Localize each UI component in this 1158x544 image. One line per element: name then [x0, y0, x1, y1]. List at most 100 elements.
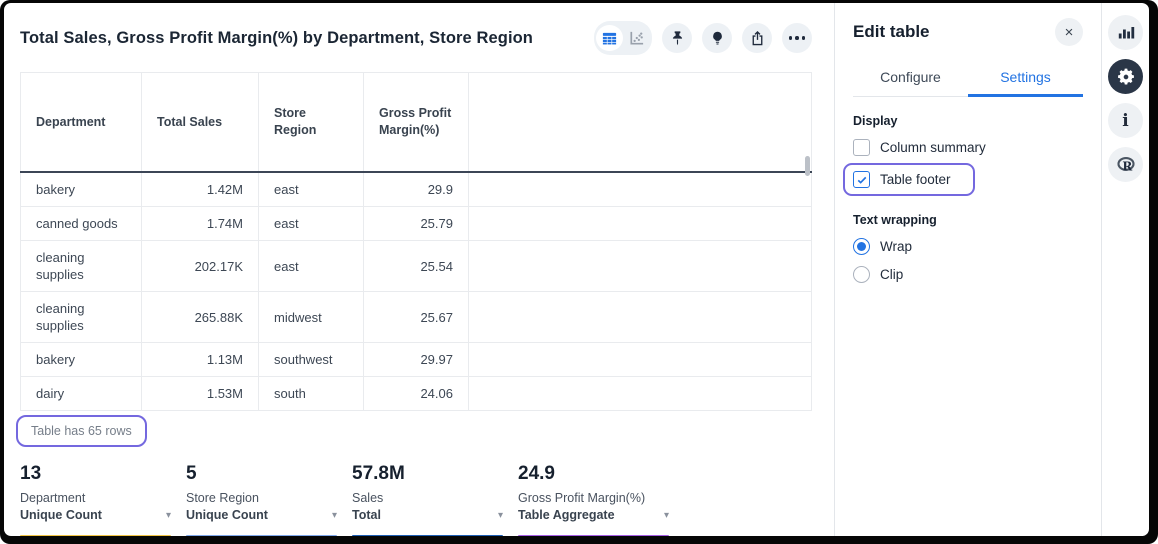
app-window: Total Sales, Gross Profit Margin(%) by D…	[4, 3, 1149, 536]
table-icon	[601, 30, 618, 47]
option-table-footer[interactable]: Table footer	[853, 171, 951, 188]
toolbar	[594, 21, 812, 55]
cell-total-sales[interactable]: 265.88K	[142, 292, 259, 343]
summary-value: 24.9	[518, 463, 669, 485]
settings-button[interactable]	[1108, 59, 1143, 94]
table-row: bakery 1.42M east 29.9	[21, 172, 812, 207]
summary-card-department: 13 Department Unique Count ▾	[20, 463, 171, 536]
cell-store-region[interactable]: south	[259, 377, 364, 411]
radio-unselected[interactable]	[853, 266, 870, 283]
main-header: Total Sales, Gross Profit Margin(%) by D…	[20, 3, 812, 59]
panel-title: Edit table	[853, 22, 930, 42]
cell-total-sales[interactable]: 1.74M	[142, 207, 259, 241]
summary-value: 5	[186, 463, 337, 485]
pin-button[interactable]	[662, 23, 692, 53]
summary-underline	[352, 535, 503, 536]
option-label: Table footer	[880, 172, 951, 187]
cell-department[interactable]: cleaning supplies	[21, 241, 142, 292]
main-area: Total Sales, Gross Profit Margin(%) by D…	[4, 3, 834, 536]
r-logo-icon: R	[1115, 154, 1137, 176]
chevron-down-icon[interactable]: ▾	[498, 507, 503, 524]
chevron-down-icon[interactable]: ▾	[166, 507, 171, 524]
table-footer-annotation: Table has 65 rows	[16, 415, 147, 447]
cell-filler	[469, 292, 812, 343]
cell-total-sales[interactable]: 1.42M	[142, 172, 259, 207]
cell-gross-profit-margin[interactable]: 29.97	[364, 343, 469, 377]
summary-label: Sales	[352, 490, 503, 507]
more-options-button[interactable]	[782, 23, 812, 53]
chart-elements-button[interactable]	[1108, 15, 1143, 50]
data-table: Department Total Sales Store Region Gros…	[20, 72, 812, 451]
summary-card-sales: 57.8M Sales Total ▾	[352, 463, 503, 536]
column-header-total-sales[interactable]: Total Sales	[142, 73, 259, 173]
insights-button[interactable]	[702, 23, 732, 53]
cell-gross-profit-margin[interactable]: 24.06	[364, 377, 469, 411]
table-row: dairy 1.53M south 24.06	[21, 377, 812, 411]
summary-card-gross-profit-margin: 24.9 Gross Profit Margin(%) Table Aggreg…	[518, 463, 669, 536]
checkmark-icon	[856, 174, 868, 186]
info-icon: i	[1122, 111, 1128, 131]
cell-gross-profit-margin[interactable]: 25.67	[364, 292, 469, 343]
summary-cards: 13 Department Unique Count ▾ 5 Store Reg…	[20, 463, 812, 536]
checkbox-unchecked[interactable]	[853, 139, 870, 156]
svg-text:R: R	[1122, 159, 1132, 173]
table-header-row: Department Total Sales Store Region Gros…	[21, 73, 812, 173]
radio-selected[interactable]	[853, 238, 870, 255]
column-header-store-region[interactable]: Store Region	[259, 73, 364, 173]
option-column-summary[interactable]: Column summary	[853, 139, 1083, 156]
summary-label: Gross Profit Margin(%)	[518, 490, 669, 507]
option-wrap[interactable]: Wrap	[853, 238, 1083, 255]
pin-icon	[669, 30, 686, 47]
chart-view-button[interactable]	[623, 25, 650, 51]
cell-store-region[interactable]: east	[259, 172, 364, 207]
table-row: canned goods 1.74M east 25.79	[21, 207, 812, 241]
cell-department[interactable]: dairy	[21, 377, 142, 411]
close-panel-button[interactable]: ×	[1055, 18, 1083, 46]
summary-value: 57.8M	[352, 463, 503, 485]
summary-underline	[518, 535, 669, 536]
cell-total-sales[interactable]: 202.17K	[142, 241, 259, 292]
cell-filler	[469, 172, 812, 207]
option-label: Wrap	[880, 239, 912, 254]
summary-label: Department	[20, 490, 171, 507]
column-header-filler	[469, 73, 812, 173]
chevron-down-icon[interactable]: ▾	[332, 507, 337, 524]
cell-filler	[469, 343, 812, 377]
table-footer: Table has 65 rows	[20, 411, 812, 451]
cell-department[interactable]: bakery	[21, 343, 142, 377]
cell-filler	[469, 241, 812, 292]
right-icon-strip: i R	[1101, 3, 1149, 536]
cell-department[interactable]: bakery	[21, 172, 142, 207]
cell-total-sales[interactable]: 1.53M	[142, 377, 259, 411]
share-button[interactable]	[742, 23, 772, 53]
ellipsis-icon	[789, 36, 806, 40]
cell-store-region[interactable]: southwest	[259, 343, 364, 377]
cell-gross-profit-margin[interactable]: 25.79	[364, 207, 469, 241]
lightbulb-icon	[709, 30, 726, 47]
gear-icon	[1116, 67, 1136, 87]
panel-tabs: Configure Settings	[853, 63, 1083, 97]
info-button[interactable]: i	[1108, 103, 1143, 138]
summary-aggregation: Table Aggregate	[518, 507, 615, 524]
column-header-gross-profit-margin[interactable]: Gross Profit Margin(%)	[364, 73, 469, 173]
summary-underline	[20, 535, 171, 536]
chevron-down-icon[interactable]: ▾	[664, 507, 669, 524]
cell-gross-profit-margin[interactable]: 25.54	[364, 241, 469, 292]
tab-settings[interactable]: Settings	[968, 63, 1083, 97]
cell-department[interactable]: cleaning supplies	[21, 292, 142, 343]
cell-gross-profit-margin[interactable]: 29.9	[364, 172, 469, 207]
table-view-button[interactable]	[596, 25, 623, 51]
cell-department[interactable]: canned goods	[21, 207, 142, 241]
cell-store-region[interactable]: midwest	[259, 292, 364, 343]
table-vertical-scrollbar[interactable]	[805, 156, 810, 176]
column-header-department[interactable]: Department	[21, 73, 142, 173]
tab-configure[interactable]: Configure	[853, 63, 968, 97]
checkbox-checked[interactable]	[853, 171, 870, 188]
cell-store-region[interactable]: east	[259, 241, 364, 292]
table-row: cleaning supplies 265.88K midwest 25.67	[21, 292, 812, 343]
table-footer-option-annotation: Table footer	[843, 163, 975, 196]
option-clip[interactable]: Clip	[853, 266, 1083, 283]
r-language-button[interactable]: R	[1108, 147, 1143, 182]
cell-total-sales[interactable]: 1.13M	[142, 343, 259, 377]
cell-store-region[interactable]: east	[259, 207, 364, 241]
